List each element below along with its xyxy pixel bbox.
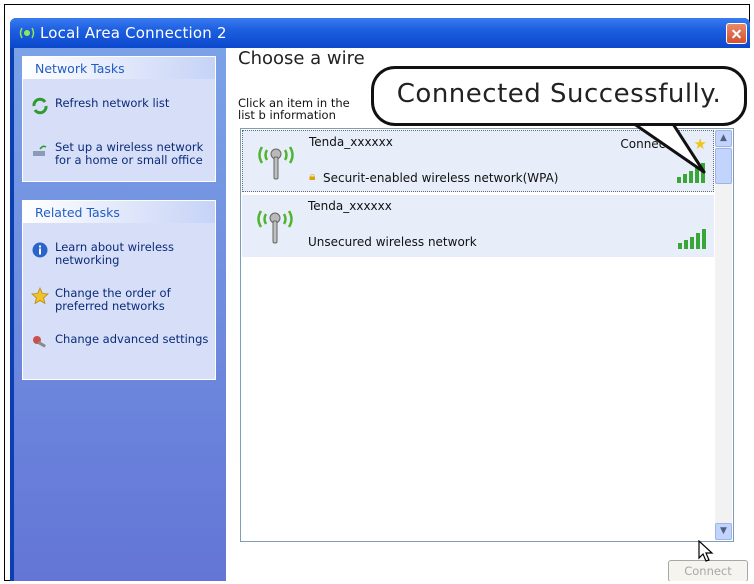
setup-wireless-network-label: Set up a wireless network for a home or …: [55, 140, 204, 167]
refresh-network-list-label: Refresh network list: [55, 96, 170, 110]
wireless-antenna-icon: [253, 139, 299, 183]
wireless-network-list[interactable]: Tenda_xxxxxx Connected ★ 🔒︎ Securit-enab…: [240, 128, 734, 542]
page-heading: Choose a wire: [238, 48, 365, 69]
network-name: Tenda_xxxxxx: [309, 135, 393, 149]
connected-callout: Connected Successfully.: [371, 66, 747, 126]
network-name: Tenda_xxxxxx: [308, 199, 392, 213]
signal-strength-icon: [676, 227, 710, 249]
refresh-icon: [31, 97, 49, 115]
setup-wireless-icon: [31, 141, 49, 159]
wireless-connection-icon: [18, 25, 36, 41]
task-sidebar: Network Tasks Refresh network list Set u…: [14, 48, 226, 581]
related-tasks-header: Related Tasks: [23, 201, 215, 223]
instruction-text: Click an item in the list b information: [238, 96, 350, 122]
learn-wireless-label: Learn about wireless networking: [55, 240, 175, 267]
network-security-description: Securit-enabled wireless network(WPA): [323, 171, 559, 185]
list-scrollbar[interactable]: ▲ ▼: [715, 130, 732, 540]
title-bar[interactable]: Local Area Connection 2: [10, 18, 750, 48]
network-item[interactable]: Tenda_xxxxxx Unsecured wireless network: [242, 195, 714, 257]
window-title: Local Area Connection 2: [40, 24, 227, 42]
network-tasks-header: Network Tasks: [23, 57, 215, 79]
wireless-antenna-icon: [252, 203, 298, 247]
info-icon: [31, 241, 49, 259]
lock-icon: 🔒︎: [309, 169, 316, 183]
close-button[interactable]: [726, 23, 747, 44]
settings-wrench-icon: [31, 333, 49, 351]
related-tasks-panel: Related Tasks Learn about wireless netwo…: [22, 200, 216, 380]
scroll-thumb[interactable]: [715, 148, 732, 184]
network-security-description: Unsecured wireless network: [308, 235, 477, 249]
scroll-down-button[interactable]: ▼: [715, 523, 732, 540]
star-icon: [31, 286, 49, 305]
change-order-label: Change the order of preferred networks: [55, 286, 171, 313]
mouse-pointer-icon: [698, 539, 714, 567]
callout-text: Connected Successfully.: [396, 79, 722, 109]
scroll-up-button[interactable]: ▲: [715, 130, 732, 147]
change-advanced-settings-label: Change advanced settings: [55, 332, 209, 346]
network-tasks-panel: Network Tasks Refresh network list Set u…: [22, 56, 216, 182]
